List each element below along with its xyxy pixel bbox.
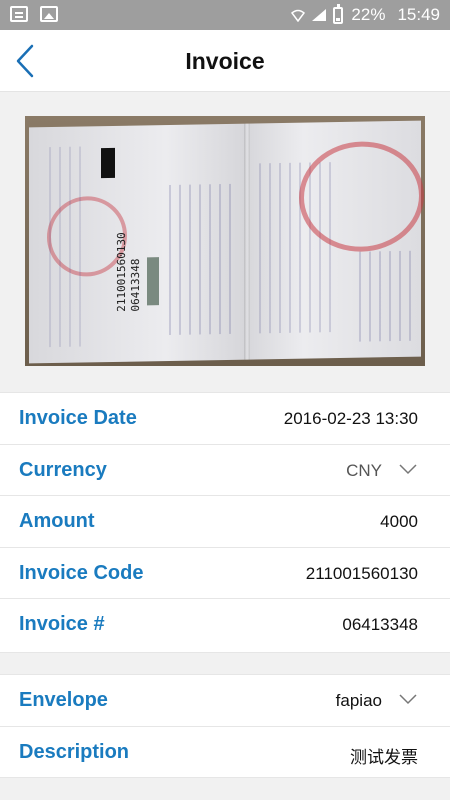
invoice-paper: 211001560130 06413348 (29, 120, 424, 364)
field-label: Envelope (19, 689, 108, 711)
wifi-icon (291, 9, 306, 22)
field-invoice-number[interactable]: Invoice # 06413348 (0, 599, 450, 651)
field-label: Currency (19, 458, 107, 481)
field-value: 2016-02-23 13:30 (283, 409, 418, 428)
stamp-right (299, 140, 424, 253)
chevron-down-icon[interactable] (399, 463, 417, 475)
extra-fields: Envelope fapiao Description 测试发票 (0, 674, 450, 778)
battery-icon (333, 3, 344, 24)
message-notification-icon (10, 6, 28, 22)
invoice-fields: Invoice Date 2016-02-23 13:30 Currency C… (0, 392, 450, 653)
field-value: fapiao (335, 691, 382, 710)
photo-fold (244, 123, 250, 360)
field-value: CNY (346, 460, 382, 480)
photo-number-text: 06413348 (129, 258, 142, 312)
photo-text-lines-1 (169, 183, 239, 335)
photo-detail-grey (147, 257, 159, 306)
photo-code-text: 211001560130 (115, 232, 128, 312)
signal-icon (312, 9, 327, 21)
field-description[interactable]: Description 测试发票 (0, 727, 450, 779)
status-bar: 22% 15:49 (0, 0, 450, 30)
field-value: 测试发票 (350, 747, 418, 768)
field-label: Invoice # (19, 613, 105, 635)
chevron-down-icon[interactable] (399, 693, 417, 705)
clock: 15:49 (397, 5, 440, 24)
photo-text-lines-2 (49, 146, 89, 348)
field-amount[interactable]: Amount 4000 (0, 496, 450, 548)
field-invoice-date[interactable]: Invoice Date 2016-02-23 13:30 (0, 393, 450, 445)
page-title: Invoice (185, 48, 265, 74)
photo-detail-black (101, 147, 115, 179)
photo-area: 211001560130 06413348 (0, 92, 450, 392)
image-notification-icon (40, 6, 58, 22)
field-label: Invoice Code (19, 561, 144, 584)
field-label: Description (19, 740, 130, 763)
photo-text-lines-4 (359, 250, 414, 342)
field-label: Amount (19, 510, 95, 532)
battery-percent: 22% (351, 5, 386, 24)
invoice-photo[interactable]: 211001560130 06413348 (25, 116, 425, 366)
field-label: Invoice Date (19, 407, 137, 429)
field-currency[interactable]: Currency CNY (0, 445, 450, 496)
field-invoice-code[interactable]: Invoice Code 211001560130 (0, 548, 450, 599)
field-value: 211001560130 (305, 563, 418, 583)
app-header: Invoice (0, 30, 450, 92)
field-value: 4000 (380, 512, 418, 531)
field-envelope[interactable]: Envelope fapiao (0, 675, 450, 727)
field-value: 06413348 (342, 615, 418, 634)
